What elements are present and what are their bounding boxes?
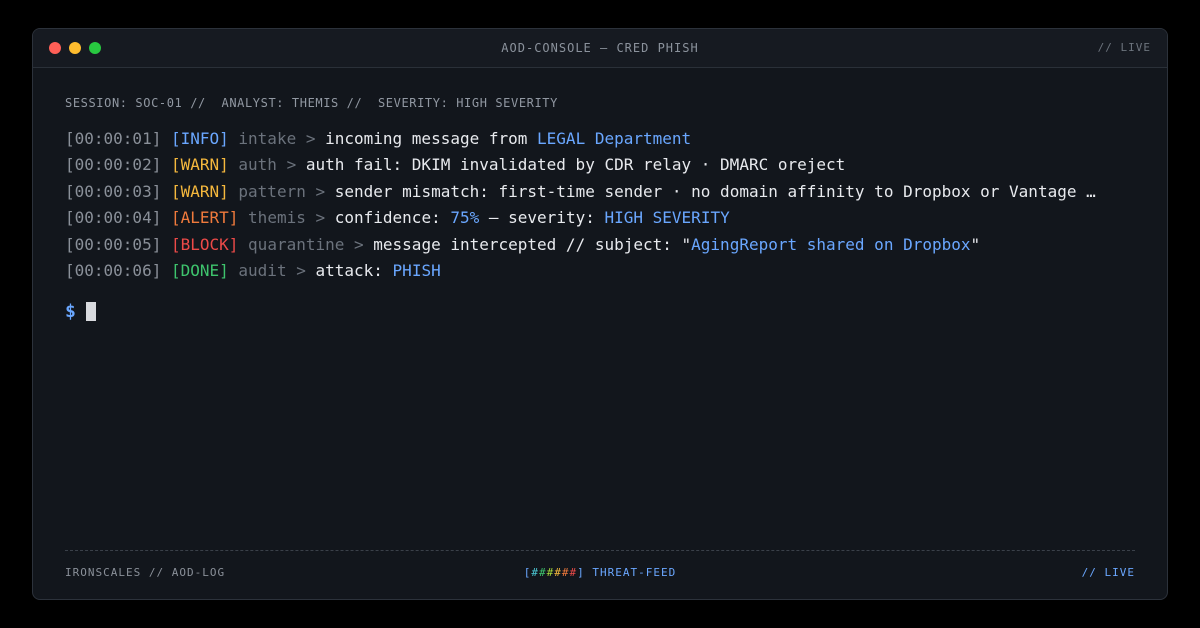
log-message: confidence: bbox=[325, 208, 451, 228]
log-line: [00:00:02] [WARN] auth > auth fail: DKIM… bbox=[65, 152, 1145, 178]
log-output: [00:00:01] [INFO] intake > incoming mess… bbox=[65, 126, 1145, 284]
command-prompt[interactable]: $ bbox=[65, 299, 96, 323]
log-timestamp: [00:00:04] bbox=[65, 208, 162, 228]
log-timestamp: [00:00:01] bbox=[65, 129, 162, 148]
log-line: [00:00:01] [INFO] intake > incoming mess… bbox=[65, 126, 1145, 152]
title-bar: AOD-CONSOLE — CRED PHISH // LIVE bbox=[33, 29, 1167, 68]
log-message: sender mismatch: first-time sender · no … bbox=[325, 181, 1096, 201]
threat-feed-label: THREAT-FEED bbox=[584, 566, 677, 579]
log-highlight: PHISH bbox=[392, 260, 441, 280]
log-message: " bbox=[970, 234, 981, 254]
feed-level-mark: # bbox=[539, 566, 547, 579]
log-source: quarantine > bbox=[248, 234, 364, 254]
log-source: auth > bbox=[238, 155, 297, 175]
log-line: [00:00:06] [DONE] audit > attack: PHISH bbox=[65, 258, 1145, 284]
live-indicator: // LIVE bbox=[1097, 41, 1151, 54]
feed-level-mark: # bbox=[569, 566, 578, 579]
log-message: auth fail: DKIM invalidated by CDR relay… bbox=[296, 155, 846, 175]
log-message: incoming message from bbox=[315, 129, 538, 148]
log-message: — severity: bbox=[479, 208, 605, 228]
window-title: AOD-CONSOLE — CRED PHISH bbox=[501, 41, 699, 55]
log-message: attack: bbox=[305, 260, 393, 280]
footer-divider bbox=[65, 550, 1135, 551]
log-highlight: AgingReport shared on Dropbox bbox=[691, 234, 971, 254]
footer-live-label: // LIVE bbox=[1081, 566, 1135, 579]
feed-level-mark: # bbox=[531, 566, 539, 579]
log-highlight: LEGAL Department bbox=[537, 129, 692, 148]
log-source: audit > bbox=[238, 260, 306, 280]
feed-level-mark: # bbox=[554, 566, 562, 579]
feed-bracket-close: ] bbox=[577, 566, 585, 579]
log-level-tag: [WARN] bbox=[170, 181, 229, 201]
text-cursor[interactable] bbox=[85, 301, 96, 321]
log-level-tag: [ALERT] bbox=[170, 208, 239, 228]
log-source: pattern > bbox=[238, 181, 326, 201]
log-timestamp: [00:00:03] bbox=[65, 181, 162, 201]
log-level-tag: [WARN] bbox=[170, 155, 229, 175]
log-level-tag: [INFO] bbox=[170, 129, 229, 148]
log-level-tag: [DONE] bbox=[170, 260, 229, 280]
log-timestamp: [00:00:05] bbox=[65, 234, 162, 254]
log-line: [00:00:05] [BLOCK] quarantine > message … bbox=[65, 232, 1145, 258]
log-timestamp: [00:00:02] bbox=[65, 155, 162, 175]
log-source: themis > bbox=[248, 208, 326, 228]
status-footer: IRONSCALES // AOD-LOG [######] THREAT-FE… bbox=[65, 566, 1135, 582]
console-window: AOD-CONSOLE — CRED PHISH // LIVE SESSION… bbox=[32, 28, 1168, 600]
feed-meter: ###### bbox=[531, 566, 577, 579]
log-line: [00:00:03] [WARN] pattern > sender misma… bbox=[65, 179, 1145, 205]
log-source: intake > bbox=[238, 129, 316, 148]
log-line: [00:00:04] [ALERT] themis > confidence: … bbox=[65, 205, 1145, 231]
log-highlight: 75% bbox=[450, 208, 480, 228]
log-timestamp: [00:00:06] bbox=[65, 260, 162, 280]
threat-feed-indicator: [######] THREAT-FEED bbox=[65, 566, 1135, 579]
feed-level-mark: # bbox=[561, 566, 570, 579]
prompt-symbol: $ bbox=[65, 300, 76, 322]
log-level-tag: [BLOCK] bbox=[170, 234, 239, 254]
session-info: SESSION: SOC-01 // ANALYST: THEMIS // SE… bbox=[65, 96, 558, 110]
log-highlight: HIGH SEVERITY bbox=[604, 208, 730, 228]
log-message: message intercepted // subject: " bbox=[363, 234, 692, 254]
